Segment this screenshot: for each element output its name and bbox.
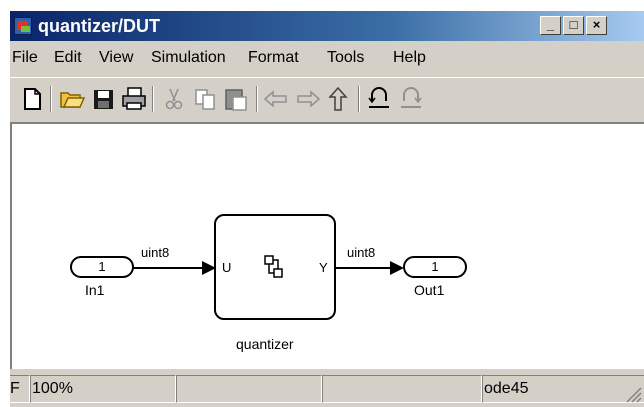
simulink-window: quantizer/DUT _ □ × File Edit View Simul… <box>10 11 644 407</box>
toolbar-separator <box>358 86 360 112</box>
menu-bar: File Edit View Simulation Format Tools H… <box>10 43 644 73</box>
status-solver: ode45 <box>482 375 644 403</box>
redo-icon[interactable] <box>398 85 426 113</box>
new-icon[interactable] <box>18 85 46 113</box>
cut-icon[interactable] <box>160 85 188 113</box>
outport-block[interactable]: 1 <box>403 256 467 278</box>
copy-icon[interactable] <box>192 85 220 113</box>
menu-edit[interactable]: Edit <box>54 49 82 67</box>
inport-block[interactable]: 1 <box>70 256 134 278</box>
menu-format[interactable]: Format <box>248 49 299 67</box>
status-bar: F 100% ode45 <box>10 373 644 407</box>
up-icon[interactable] <box>324 85 352 113</box>
subsystem-icon <box>264 255 283 278</box>
toolbar-separator <box>50 86 52 112</box>
model-canvas[interactable]: 1 In1 uint8 U Y quantizer uint8 1 Out1 <box>10 122 644 369</box>
output-signal-label: uint8 <box>347 245 376 260</box>
status-empty-1 <box>176 375 322 403</box>
subsystem-input-port: U <box>222 260 232 275</box>
paste-icon[interactable] <box>222 85 250 113</box>
resize-grip-icon[interactable] <box>624 385 642 403</box>
menu-help[interactable]: Help <box>393 49 426 67</box>
open-icon[interactable] <box>58 85 86 113</box>
maximize-button[interactable]: □ <box>563 16 584 35</box>
menu-file[interactable]: File <box>12 49 38 67</box>
toolbar-separator <box>256 86 258 112</box>
simulink-app-icon[interactable] <box>14 17 32 35</box>
status-ready: F <box>10 375 30 403</box>
input-signal-label: uint8 <box>141 245 170 260</box>
close-button[interactable]: × <box>586 16 607 35</box>
subsystem-name: quantizer <box>236 336 294 352</box>
quantizer-subsystem[interactable]: U Y <box>214 214 336 320</box>
toolbar-separator <box>152 86 154 112</box>
print-icon[interactable] <box>120 85 148 113</box>
status-empty-2 <box>322 375 482 403</box>
menu-tools[interactable]: Tools <box>327 49 364 67</box>
minimize-button[interactable]: _ <box>540 16 561 35</box>
save-icon[interactable] <box>90 85 118 113</box>
status-zoom: 100% <box>30 375 176 403</box>
toolbar <box>10 77 644 120</box>
outport-name: Out1 <box>414 282 445 298</box>
title-bar[interactable]: quantizer/DUT _ □ × <box>10 11 644 41</box>
forward-icon[interactable] <box>294 85 322 113</box>
undo-icon[interactable] <box>366 85 394 113</box>
subsystem-output-port: Y <box>319 260 328 275</box>
inport-name: In1 <box>85 282 105 298</box>
menu-view[interactable]: View <box>99 49 133 67</box>
menu-simulation[interactable]: Simulation <box>151 49 226 67</box>
back-icon[interactable] <box>262 85 290 113</box>
window-title: quantizer/DUT <box>38 16 161 36</box>
